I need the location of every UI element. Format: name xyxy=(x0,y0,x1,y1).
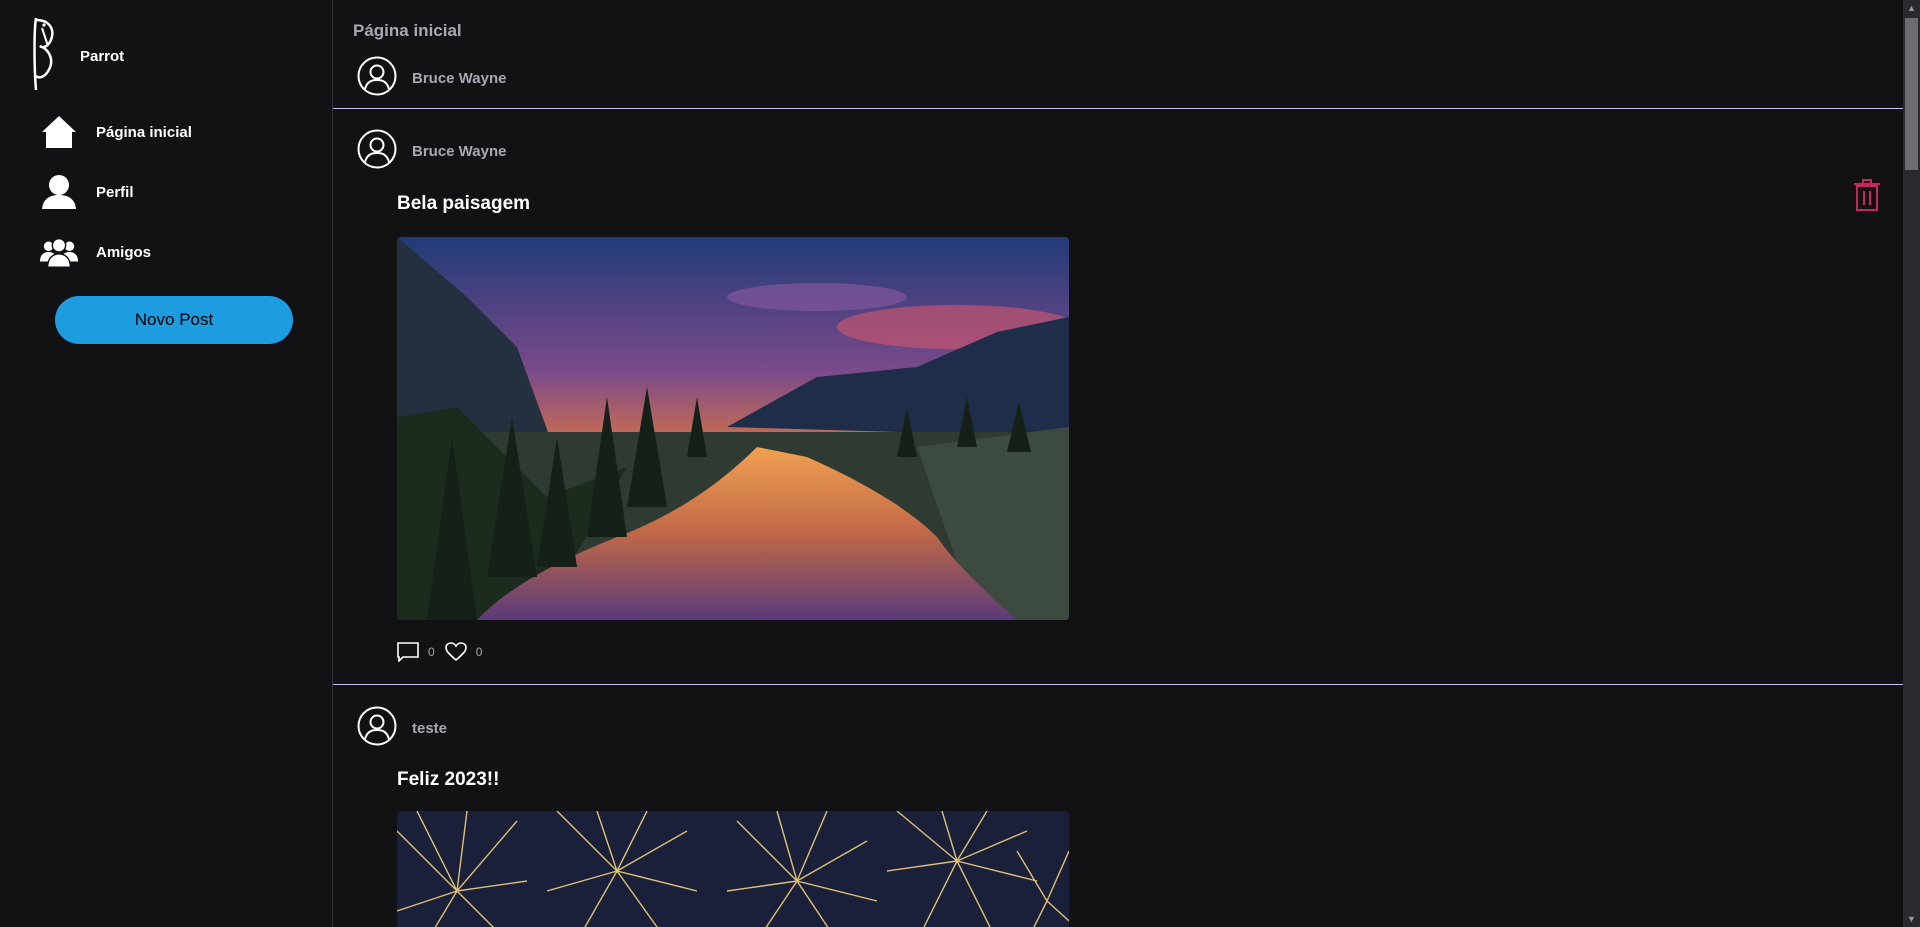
scrollbar[interactable]: ▲ ▼ xyxy=(1903,0,1920,927)
sidebar-item-label: Página inicial xyxy=(96,123,192,141)
sidebar: Parrot Página inicial Perfil Amigos Novo… xyxy=(0,0,333,927)
post-author-name: teste xyxy=(412,720,448,737)
users-icon xyxy=(40,233,78,271)
trash-icon[interactable] xyxy=(1853,178,1881,217)
scroll-down-icon[interactable]: ▼ xyxy=(1903,911,1920,927)
user-icon xyxy=(40,173,78,211)
post-author[interactable]: Bruce Wayne xyxy=(357,129,506,174)
like-count: 0 xyxy=(475,645,483,659)
composer-user-name: Bruce Wayne xyxy=(412,70,507,87)
feed-header: Página inicial Bruce Wayne xyxy=(333,0,1903,109)
comment-icon[interactable] xyxy=(397,642,419,662)
post-card: Bruce Wayne Bela paisagem 0 0 xyxy=(333,109,1903,685)
scrollbar-thumb[interactable] xyxy=(1905,18,1918,170)
new-post-button[interactable]: Novo Post xyxy=(55,296,293,344)
sidebar-item-label: Amigos xyxy=(96,243,152,261)
sidebar-item-pagina-inicial[interactable]: Página inicial xyxy=(40,113,192,151)
home-icon xyxy=(40,113,78,151)
post-image xyxy=(397,237,1069,620)
logo[interactable]: Parrot xyxy=(30,16,124,97)
post-actions: 0 0 xyxy=(397,642,492,662)
post-card: teste Feliz 2023!! xyxy=(333,685,1903,927)
post-image xyxy=(397,811,1069,927)
avatar-icon xyxy=(357,56,397,101)
app-name: Parrot xyxy=(80,48,125,65)
composer-user[interactable]: Bruce Wayne xyxy=(357,56,506,101)
sidebar-item-perfil[interactable]: Perfil xyxy=(40,173,134,211)
post-title: Feliz 2023!! xyxy=(397,769,500,790)
scroll-up-icon[interactable]: ▲ xyxy=(1903,0,1920,16)
heart-icon[interactable] xyxy=(444,642,467,662)
parrot-logo-icon xyxy=(30,16,60,97)
post-title: Bela paisagem xyxy=(397,193,531,214)
main-feed: Página inicial Bruce Wayne Bruce Wayne B… xyxy=(333,0,1903,927)
post-author[interactable]: teste xyxy=(357,706,447,751)
comment-count: 0 xyxy=(428,645,435,659)
avatar-icon xyxy=(357,129,397,174)
avatar-icon xyxy=(357,706,397,751)
post-author-name: Bruce Wayne xyxy=(412,143,507,160)
sidebar-item-label: Perfil xyxy=(96,183,134,201)
sidebar-item-amigos[interactable]: Amigos xyxy=(40,233,151,271)
page-title: Página inicial xyxy=(353,21,462,40)
